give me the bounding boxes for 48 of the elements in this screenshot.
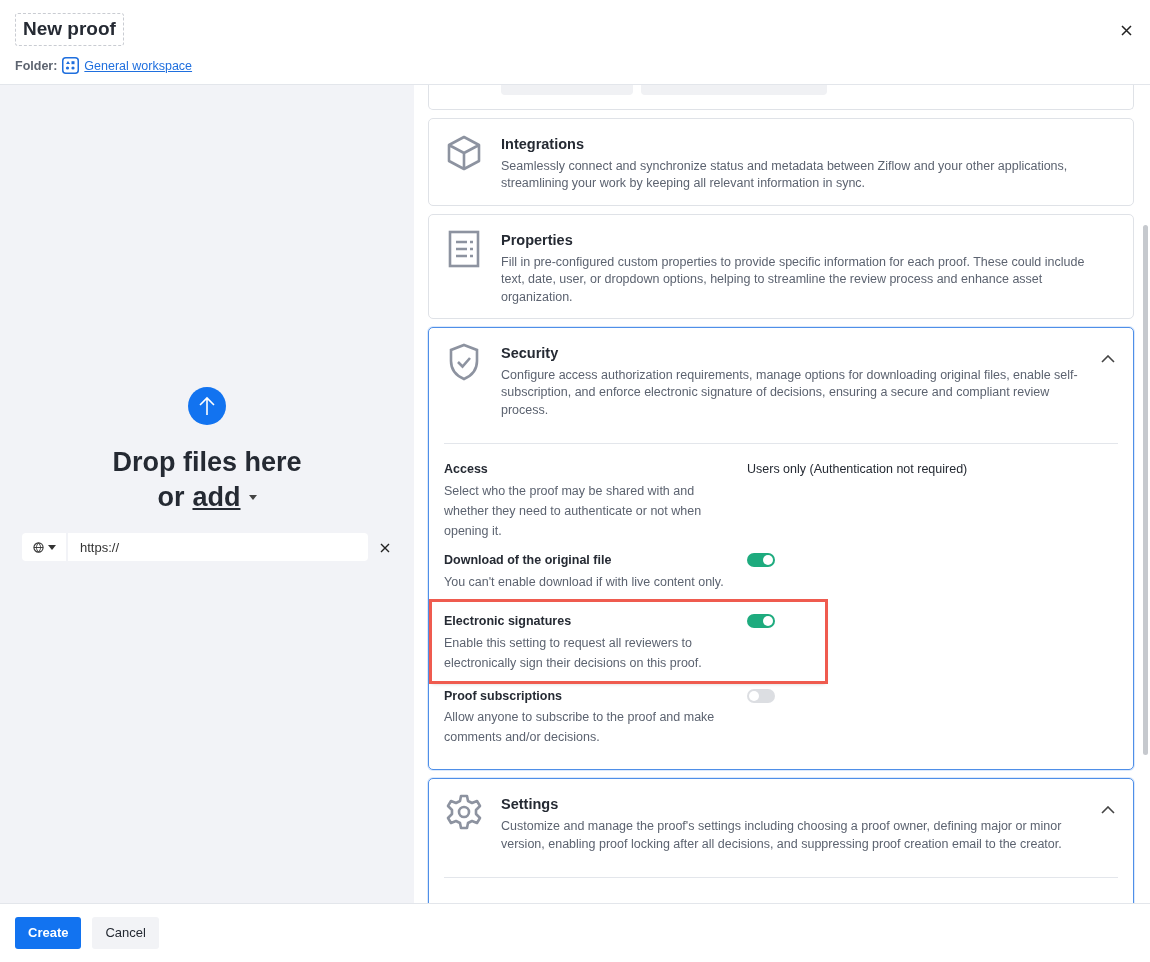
section-description: Fill in pre-configured custom properties to provide specific information for each proof. These could include text, date, user, or dropdown options, helping to streamline the review process and enhance asset organization. <box>501 253 1086 306</box>
toggle-switch[interactable] <box>747 553 775 567</box>
protocol-dropdown[interactable] <box>22 533 68 562</box>
toggle-switch[interactable] <box>747 613 775 628</box>
option-title: Electronic signatures <box>444 612 573 630</box>
section-title: Security <box>501 344 560 363</box>
chevron-up-icon <box>1101 805 1115 814</box>
option-title: Access <box>444 461 489 479</box>
section-description: Configure access authorization requirements, manage options for downloading original files, enable self-subscription, and enforce electronic signature of decisions, ensuring a secure and compliant review process. <box>501 366 1079 419</box>
section-card[interactable] <box>428 778 1134 903</box>
close-icon <box>380 542 390 553</box>
toggle-switch[interactable] <box>747 688 775 703</box>
or-text: or <box>157 481 185 514</box>
close-icon <box>1121 25 1132 37</box>
arrow-up-icon <box>198 395 216 416</box>
caret-icon <box>47 544 56 550</box>
document-icon <box>448 229 480 268</box>
option-description: Select who the proof may be shared with and whether they need to authenticate or not when opening it. <box>444 483 703 540</box>
url-field[interactable]: https:// <box>68 533 368 562</box>
folder-label: Folder: <box>15 57 58 75</box>
cube-icon <box>446 134 482 172</box>
section-description: Customize and manage the proof's settings including choosing a proof owner, defining major or minor version, enabling proof locking after all decisions, and suppressing proof creation email to the creator. <box>501 818 1063 853</box>
option-value[interactable]: Users only (Authentication not required) <box>747 460 968 541</box>
option-title: Proof subscriptions <box>444 687 564 705</box>
section-description: Seamlessly connect and synchronize status and metadata between Ziflow and your other applications, streamlining your work by keeping all relevant information in sync. <box>501 157 1069 193</box>
settings-icon <box>446 794 482 831</box>
section-card[interactable]: Integrations Seamlessly connect and synchronize status and metadata between Ziflow and your other applications, streamlining your work by keeping all relevant information in sync. <box>428 118 1134 206</box>
shield-check-icon <box>448 343 480 381</box>
upload-button[interactable] <box>188 386 226 425</box>
add-link[interactable]: add <box>192 480 241 516</box>
option-description: Allow anyone to subscribe to the proof and make comments and/or decisions. <box>444 709 716 747</box>
option-description: You can't enable download if with live content only. <box>444 573 725 591</box>
scrollbar[interactable] <box>1143 225 1148 755</box>
globe-icon <box>32 541 44 553</box>
option-description: Enable this setting to request all reviewers to electronically sign their decisions on this proof. <box>444 634 703 672</box>
workspace-icon <box>62 57 80 75</box>
section-title: Settings <box>501 795 560 815</box>
section-card[interactable] <box>428 327 1134 771</box>
section-title: Integrations <box>501 135 585 154</box>
cancel-button[interactable]: Cancel <box>92 917 159 949</box>
option-title: Download of the original file <box>444 552 613 569</box>
section-title: Properties <box>501 230 574 250</box>
proof-title[interactable]: New proof <box>15 13 124 46</box>
create-button[interactable]: Create <box>15 917 82 949</box>
chevron-up-icon <box>1101 354 1115 363</box>
caret-icon <box>248 495 257 501</box>
folder-link[interactable]: General workspace <box>84 56 193 76</box>
drop-heading: Drop files here <box>112 445 302 479</box>
